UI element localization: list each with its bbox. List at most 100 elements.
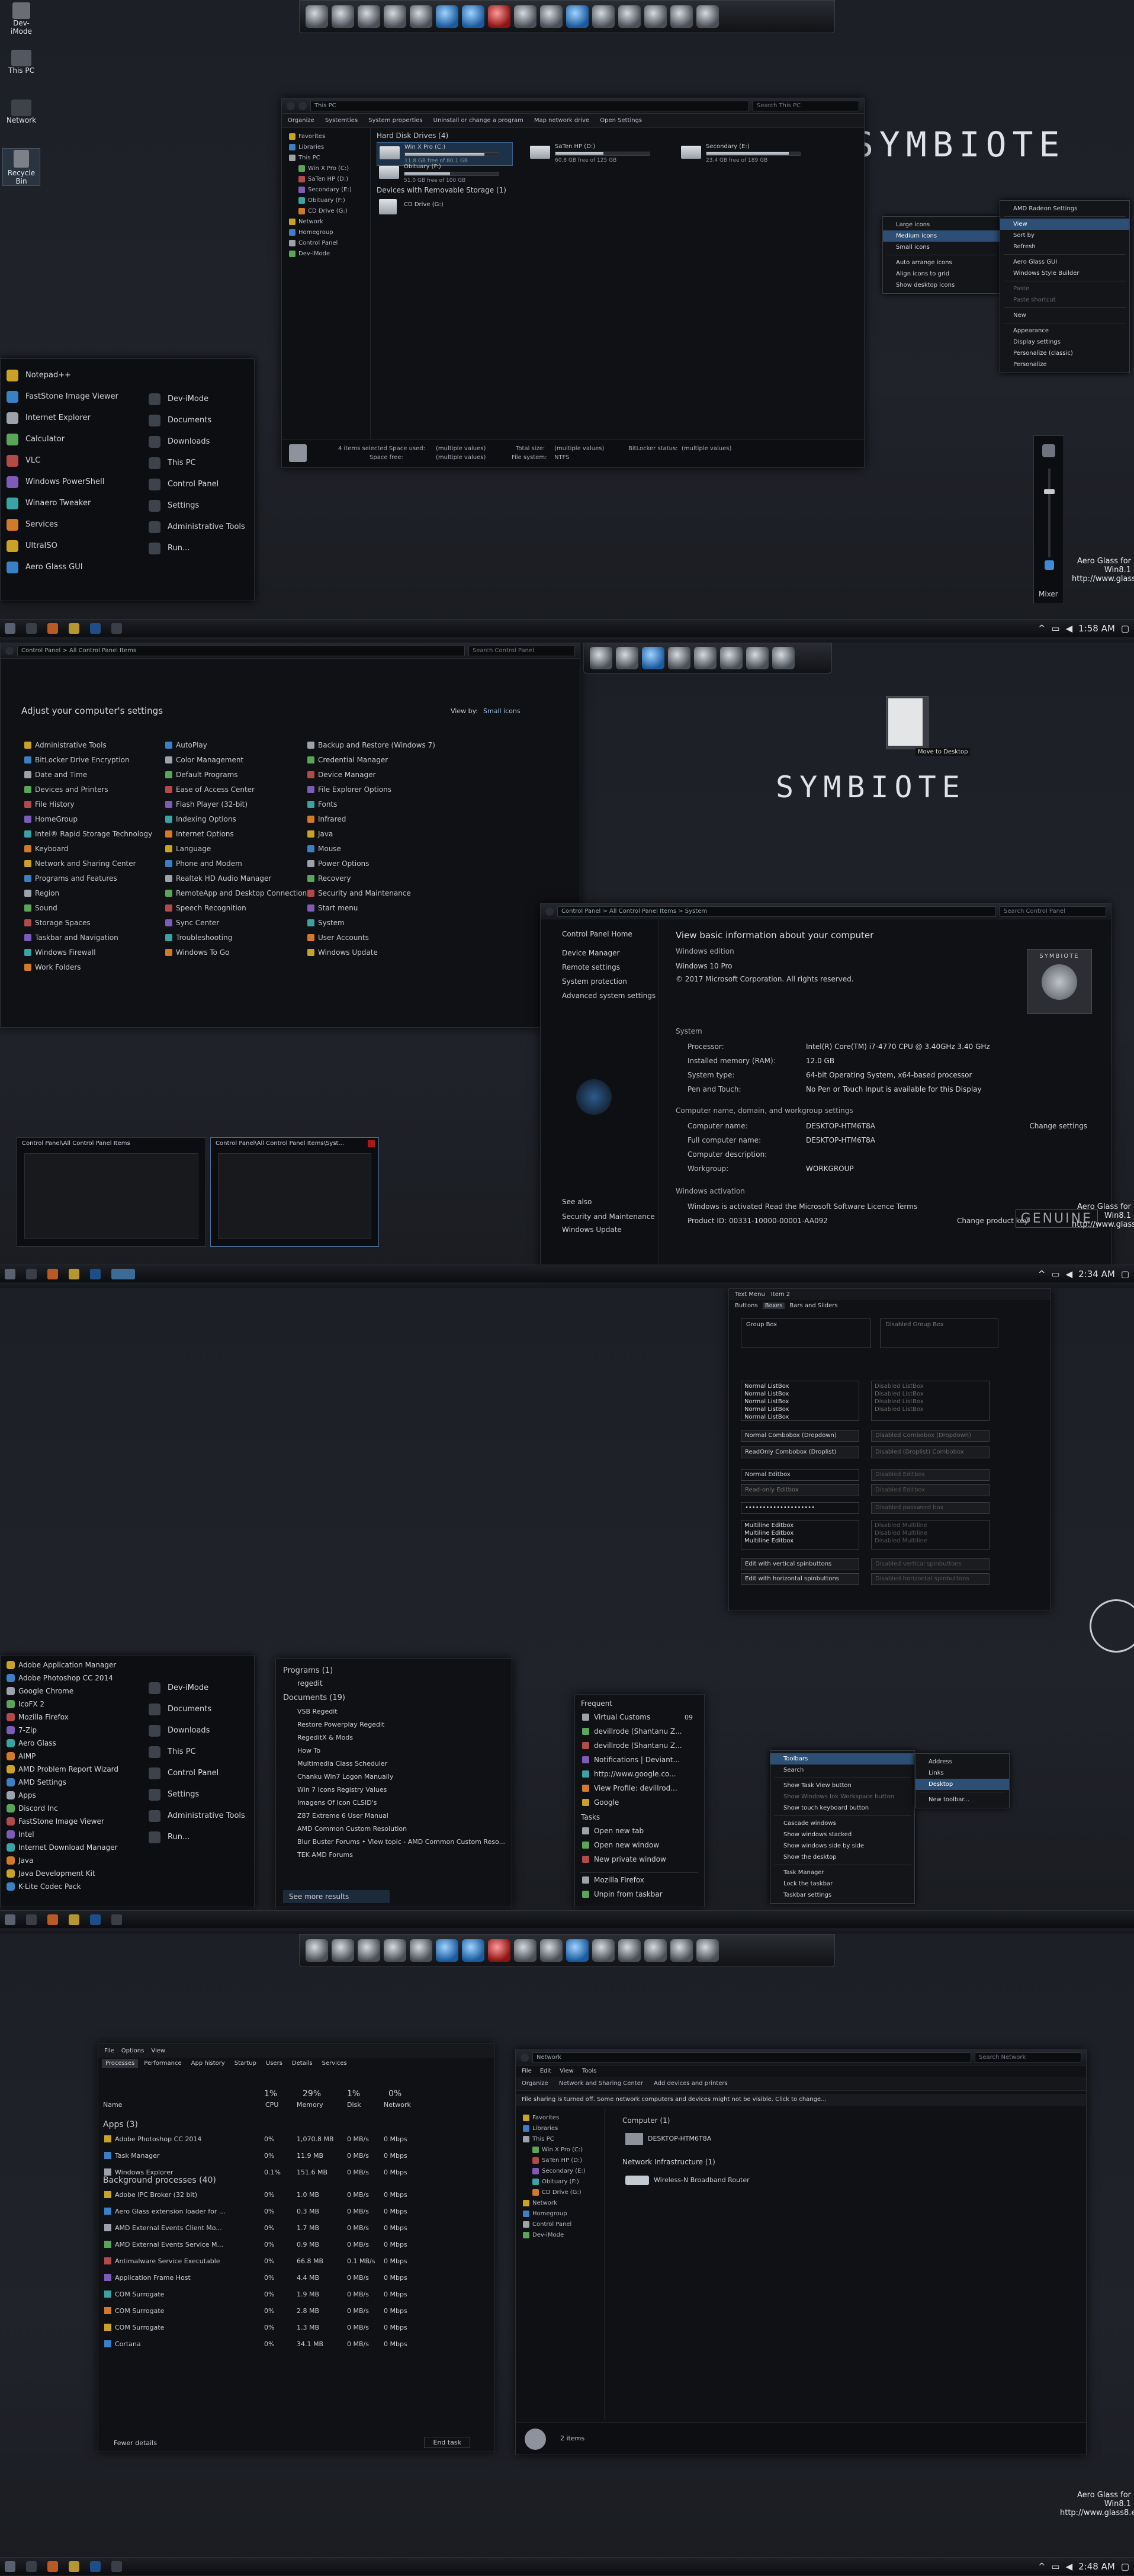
cp-item[interactable]: System: [307, 916, 345, 931]
dock-game-icon[interactable]: [696, 1939, 719, 1962]
menu-item[interactable]: Lock the taskbar: [770, 1878, 914, 1890]
cp-item[interactable]: Ease of Access Center: [165, 782, 255, 797]
tm-tab[interactable]: Users: [262, 2059, 286, 2068]
cp-item[interactable]: Phone and Modem: [165, 856, 242, 871]
cp-item[interactable]: Speech Recognition: [165, 901, 246, 916]
menu-file[interactable]: File: [104, 2048, 114, 2054]
start-app-item[interactable]: Apps: [1, 1789, 131, 1802]
start-button[interactable]: [5, 1914, 15, 1925]
normal-editbox[interactable]: Normal Editbox: [741, 1469, 859, 1481]
firefox-icon[interactable]: [47, 1914, 58, 1925]
start-app-item[interactable]: Services: [1, 514, 125, 535]
cp-item[interactable]: Language: [165, 842, 211, 856]
start-place-item[interactable]: This PC: [143, 1741, 255, 1763]
clock[interactable]: 2:48 AM: [1078, 2561, 1115, 2572]
combo-dropdown[interactable]: Normal Combobox (Dropdown): [741, 1430, 859, 1442]
process-row[interactable]: AMD External Events Service M... 0% 0.9 MB…: [98, 2238, 490, 2251]
menu-item[interactable]: Search: [770, 1765, 914, 1776]
nav-item[interactable]: Control Panel: [282, 238, 370, 249]
document-result[interactable]: Z87 Extreme 6 User Manual: [297, 1812, 505, 1825]
start-app-item[interactable]: Winaero Tweaker: [1, 493, 125, 514]
cp-item[interactable]: Network and Sharing Center: [24, 856, 136, 871]
notifications-icon[interactable]: ▢: [1121, 1269, 1129, 1279]
dock-tool-icon[interactable]: [590, 647, 612, 669]
start-app-item[interactable]: AMD Problem Report Wizard: [1, 1763, 131, 1776]
firefox-icon[interactable]: [47, 2561, 58, 2572]
jumplist-item[interactable]: devillrode (Shantanu Z...: [580, 1738, 698, 1753]
document-result[interactable]: Restore Powerplay Regedit: [297, 1721, 505, 1734]
desktop-icon-thispc[interactable]: This PC: [4, 50, 39, 75]
clock[interactable]: 2:34 AM: [1078, 1269, 1115, 1279]
menu-item[interactable]: Personalize (classic): [1000, 348, 1129, 359]
cp-item[interactable]: File Explorer Options: [307, 782, 391, 797]
process-row[interactable]: Task Manager 0% 11.9 MB 0 MB/s 0 Mbps: [98, 2150, 490, 2163]
dock-app-icon[interactable]: [384, 5, 406, 28]
drive-item[interactable]: SaTen HP (D:) 60.8 GB free of 125 GB: [528, 142, 664, 166]
start-place-item[interactable]: Control Panel: [143, 474, 255, 495]
dock-fx-icon[interactable]: [592, 5, 615, 28]
end-task-button[interactable]: End task: [424, 2437, 470, 2448]
menu-item[interactable]: Show Task View button: [770, 1780, 914, 1791]
nav-item[interactable]: This PC: [282, 153, 370, 163]
sys-task-link[interactable]: Device Manager: [562, 949, 656, 963]
process-row[interactable]: COM Surrogate 0% 2.8 MB 0 MB/s 0 Mbps: [98, 2305, 490, 2318]
start-place-item[interactable]: Run...: [143, 538, 255, 559]
dock-fx-icon[interactable]: [668, 647, 690, 669]
start-place-item[interactable]: This PC: [143, 453, 255, 474]
cp-item[interactable]: Windows Update: [307, 945, 378, 960]
security-link[interactable]: Security and Maintenance: [562, 1212, 655, 1221]
process-row[interactable]: Application Frame Host 0% 4.4 MB 0 MB/s 0 Mb…: [98, 2272, 490, 2285]
back-icon[interactable]: [545, 907, 554, 916]
dock-app-icon[interactable]: [694, 647, 717, 669]
back-icon[interactable]: [521, 2053, 529, 2062]
cp-item[interactable]: Programs and Features: [24, 871, 117, 886]
toolbar-network-center[interactable]: Network and Sharing Center: [559, 2080, 643, 2087]
desktop-icon-dev[interactable]: Dev-iMode: [4, 2, 39, 36]
cp-item[interactable]: Infrared: [307, 812, 346, 827]
start-app-item[interactable]: AIMP: [1, 1750, 131, 1763]
nav-item[interactable]: Libraries: [282, 142, 370, 153]
readonly-editbox[interactable]: Read-only Editbox: [741, 1484, 859, 1496]
search-input[interactable]: Search Control Panel: [468, 645, 575, 656]
back-icon[interactable]: [287, 101, 295, 110]
start-place-item[interactable]: Settings: [143, 1784, 255, 1805]
start-app-item[interactable]: Java: [1, 1854, 131, 1867]
dock-app-icon[interactable]: [644, 5, 667, 28]
start-button[interactable]: [5, 1268, 15, 1279]
toolbar-open-settings[interactable]: Open Settings: [600, 117, 642, 124]
dock-globe-icon[interactable]: [436, 1939, 458, 1962]
cp-item[interactable]: Start menu: [307, 901, 358, 916]
cp-item[interactable]: User Accounts: [307, 931, 369, 945]
document-result[interactable]: TEK AMD Forums: [297, 1851, 505, 1864]
menu-item[interactable]: Display settings: [1000, 336, 1129, 348]
nav-item[interactable]: Dev-iMode: [282, 249, 370, 259]
start-app-item[interactable]: Mozilla Firefox: [1, 1711, 131, 1724]
start-place-item[interactable]: Documents: [143, 1699, 255, 1720]
tab-item-2[interactable]: Item 2: [771, 1291, 790, 1298]
forward-icon[interactable]: [298, 101, 307, 110]
volume-tray-icon[interactable]: ◀: [1066, 623, 1073, 634]
start-app-item[interactable]: Aero Glass: [1, 1737, 131, 1750]
menu-item[interactable]: Task Manager: [770, 1867, 914, 1878]
process-row[interactable]: Aero Glass extension loader for ... 0% 0.3…: [98, 2205, 490, 2218]
cp-home-link[interactable]: Control Panel Home: [562, 930, 632, 938]
document-result[interactable]: VSB Regedit: [297, 1708, 505, 1721]
start-app-item[interactable]: Calculator: [1, 429, 125, 450]
side-peek-circle[interactable]: [1090, 1599, 1134, 1653]
cp-item[interactable]: HomeGroup: [24, 812, 78, 827]
cp-item[interactable]: Storage Spaces: [24, 916, 91, 931]
start-app-item[interactable]: Internet Explorer: [1, 408, 125, 429]
dock-globe-icon[interactable]: [436, 5, 458, 28]
dock-app-icon[interactable]: [410, 5, 432, 28]
dock-media-icon[interactable]: [488, 1939, 510, 1962]
dock-photoshop-icon[interactable]: [566, 5, 589, 28]
toolbar-organize[interactable]: Organize: [288, 117, 314, 124]
nav-item[interactable]: Obituary (F:): [282, 195, 370, 206]
taskbar-thumbnail-1[interactable]: Control Panel\All Control Panel Items: [17, 1137, 206, 1247]
photoshop-icon[interactable]: [90, 1914, 101, 1925]
nav-item[interactable]: Network: [282, 217, 370, 227]
menu-item[interactable]: Cascade windows: [770, 1818, 914, 1829]
start-app-item[interactable]: FastStone Image Viewer: [1, 386, 125, 408]
nav-item[interactable]: Homegroup: [516, 2209, 604, 2219]
tab-boxes[interactable]: Boxes: [762, 1303, 785, 1309]
